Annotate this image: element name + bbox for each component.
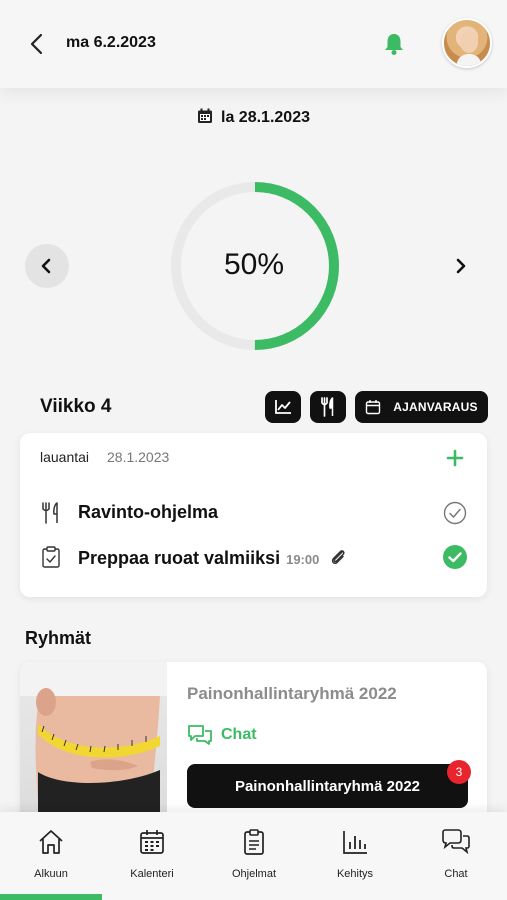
tab-home[interactable]: Alkuun [1, 828, 101, 882]
chevron-left-icon [41, 258, 51, 274]
selected-day: la 28.1.2023 [0, 108, 507, 127]
tab-chat[interactable]: Chat [406, 828, 506, 882]
bottom-tab-bar: Alkuun Kalenteri Ohjelmat Kehitys Chat [0, 812, 507, 900]
back-button[interactable] [24, 30, 52, 58]
open-group-button[interactable]: Painonhallintaryhmä 2022 [187, 764, 468, 808]
chat-bubbles-icon [188, 725, 212, 745]
card-date: 28.1.2023 [107, 449, 170, 465]
waist-measure-image [20, 662, 167, 822]
notifications-button[interactable] [380, 30, 408, 58]
calendar-icon [198, 108, 213, 123]
check-circle-outline-icon[interactable] [443, 501, 467, 525]
tab-label: Chat [444, 868, 468, 880]
group-card[interactable]: Painonhallintaryhmä 2022 Chat Painonhall… [20, 662, 487, 822]
bar-chart-icon [343, 831, 367, 854]
bell-icon [385, 34, 403, 55]
progress-percent: 50% [223, 248, 285, 281]
top-bar: ma 6.2.2023 [0, 0, 507, 88]
booking-button[interactable]: AJANVARAUS [355, 391, 488, 423]
active-tab-indicator [0, 894, 102, 900]
tab-label: Ohjelmat [231, 868, 277, 880]
previous-day-button[interactable] [25, 244, 69, 288]
tab-label: Alkuun [34, 868, 68, 880]
chevron-left-icon [30, 33, 43, 55]
chevron-right-icon [456, 258, 466, 274]
paperclip-icon[interactable] [327, 546, 349, 568]
calendar-icon [140, 830, 164, 854]
day-card: lauantai 28.1.2023 Ravinto-ohjelma Prepp… [20, 433, 487, 597]
week-title: Viikko 4 [40, 396, 112, 417]
group-chat-label: Chat [221, 726, 257, 743]
avatar[interactable] [442, 18, 492, 68]
calendar-icon [366, 400, 381, 415]
booking-label: AJANVARAUS [393, 400, 478, 414]
card-weekday: lauantai [40, 449, 90, 465]
clipboard-check-icon [42, 546, 60, 568]
tab-calendar[interactable]: Kalenteri [102, 828, 202, 882]
chat-bubbles-icon [442, 829, 470, 855]
groups-title: Ryhmät [25, 628, 92, 648]
check-circle-filled-icon[interactable] [443, 545, 467, 569]
next-day-button[interactable] [446, 252, 474, 280]
add-task-button[interactable] [444, 447, 466, 469]
group-chat-link[interactable]: Chat [187, 724, 257, 746]
task-row[interactable]: Preppaa ruoat valmiiksi 19:00 [20, 539, 487, 575]
task-label: Ravinto-ohjelma [78, 502, 219, 522]
task-time: 19:00 [286, 552, 320, 567]
home-icon [39, 830, 63, 854]
group-image [20, 662, 167, 822]
selected-day-label: la 28.1.2023 [221, 109, 310, 126]
progress-chart-button[interactable] [265, 391, 301, 423]
profile-photo [456, 31, 482, 66]
nutrition-button[interactable] [310, 391, 346, 423]
header-date: ma 6.2.2023 [66, 34, 156, 51]
task-row[interactable]: Ravinto-ohjelma [20, 495, 487, 531]
tab-programs[interactable]: Ohjelmat [204, 828, 304, 882]
fork-knife-icon [42, 502, 58, 524]
clipboard-icon [244, 829, 264, 855]
line-chart-icon [275, 400, 291, 414]
tab-progress[interactable]: Kehitys [305, 828, 405, 882]
unread-badge: 3 [447, 760, 471, 784]
tab-label: Kalenteri [130, 868, 174, 880]
group-name: Painonhallintaryhmä 2022 [187, 684, 397, 703]
tab-label: Kehitys [336, 868, 374, 880]
fork-knife-icon [321, 397, 334, 417]
task-label: Preppaa ruoat valmiiksi 19:00 [78, 546, 349, 569]
plus-icon [446, 449, 464, 467]
